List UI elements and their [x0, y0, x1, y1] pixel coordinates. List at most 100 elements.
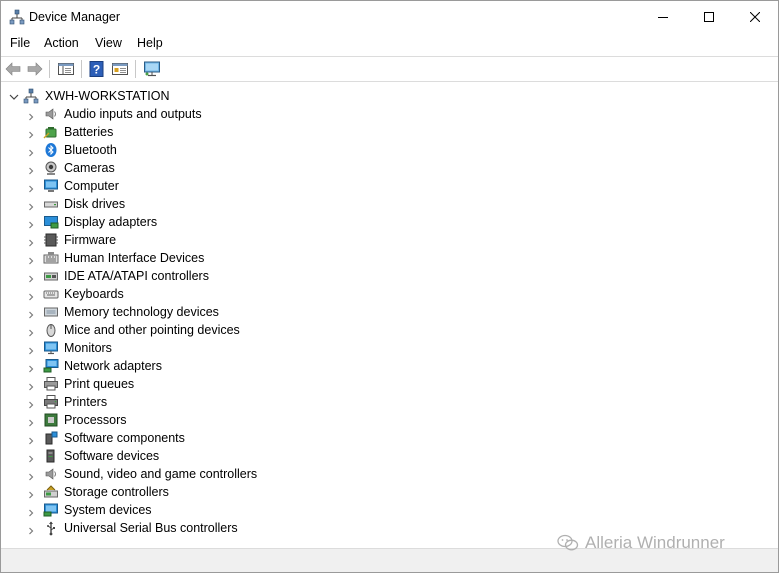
tree-category-row[interactable]: Storage controllers: [1, 483, 401, 501]
help-button[interactable]: ?: [88, 60, 106, 78]
expand-chevron-icon[interactable]: [27, 398, 35, 409]
scan-hardware-changes-button[interactable]: [143, 60, 161, 78]
tree-category-row[interactable]: Monitors: [1, 339, 401, 357]
title-bar[interactable]: Device Manager: [1, 1, 778, 33]
expand-chevron-icon[interactable]: [27, 488, 35, 499]
tree-category-label: Cameras: [64, 161, 115, 175]
toolbar: ?: [1, 56, 778, 82]
toolbar-separator: [81, 60, 82, 78]
expand-chevron-icon[interactable]: [27, 128, 35, 139]
tree-category-label: Firmware: [64, 233, 117, 247]
battery-icon: [43, 124, 59, 140]
tree-category-row[interactable]: Display adapters: [1, 213, 401, 231]
device-tree: XWH-WORKSTATION Audio inputs and outputs…: [1, 85, 778, 545]
tree-category-row[interactable]: System devices: [1, 501, 401, 519]
tree-category-row[interactable]: Bluetooth: [1, 141, 401, 159]
tree-category-row[interactable]: Printers: [1, 393, 401, 411]
tree-category-row[interactable]: Memory technology devices: [1, 303, 401, 321]
tree-category-label: Storage controllers: [64, 485, 169, 499]
tree-category-row[interactable]: Computer: [1, 177, 401, 195]
hid-icon: [43, 250, 59, 266]
expand-chevron-icon[interactable]: [27, 434, 35, 445]
tree-root-node[interactable]: XWH-WORKSTATION: [1, 87, 301, 105]
tree-category-label: System devices: [64, 503, 152, 517]
expand-chevron-icon[interactable]: [27, 200, 35, 211]
expand-chevron-icon[interactable]: [27, 254, 35, 265]
display-adapter-icon: [43, 214, 59, 230]
expand-chevron-icon[interactable]: [27, 362, 35, 373]
expand-chevron-icon[interactable]: [27, 146, 35, 157]
scan-monitor-icon: [144, 61, 160, 77]
menu-view[interactable]: View: [94, 36, 123, 50]
expand-chevron-icon[interactable]: [27, 308, 35, 319]
tree-category-label: Software devices: [64, 449, 160, 463]
device-manager-window: Device Manager File Action View Help ? X…: [0, 0, 779, 573]
usb-icon: [43, 520, 59, 536]
tree-category-row[interactable]: Batteries: [1, 123, 401, 141]
expand-chevron-icon[interactable]: [27, 182, 35, 193]
tree-category-row[interactable]: Universal Serial Bus controllers: [1, 519, 401, 537]
tree-category-label: Batteries: [64, 125, 114, 139]
tree-category-row[interactable]: Software components: [1, 429, 401, 447]
firmware-icon: [43, 232, 59, 248]
maximize-icon: [704, 12, 714, 22]
tree-category-row[interactable]: Software devices: [1, 447, 401, 465]
tree-category-row[interactable]: Audio inputs and outputs: [1, 105, 401, 123]
keyboard-icon: [43, 286, 59, 302]
tree-category-row[interactable]: Print queues: [1, 375, 401, 393]
menu-help[interactable]: Help: [136, 36, 164, 50]
sound-controller-icon: [43, 466, 59, 482]
close-icon: [750, 12, 760, 22]
properties-button[interactable]: [111, 60, 129, 78]
expand-chevron-icon[interactable]: [27, 416, 35, 427]
expand-chevron-icon[interactable]: [27, 164, 35, 175]
expand-chevron-icon[interactable]: [27, 110, 35, 121]
tree-category-row[interactable]: Processors: [1, 411, 401, 429]
tree-category-label: Print queues: [64, 377, 135, 391]
tree-category-label: Memory technology devices: [64, 305, 219, 319]
tree-category-row[interactable]: Sound, video and game controllers: [1, 465, 401, 483]
collapse-chevron-icon[interactable]: [9, 91, 19, 100]
disk-drive-icon: [43, 196, 59, 212]
expand-chevron-icon[interactable]: [27, 290, 35, 301]
expand-chevron-icon[interactable]: [27, 236, 35, 247]
back-button[interactable]: [4, 60, 22, 78]
expand-chevron-icon[interactable]: [27, 452, 35, 463]
maximize-button[interactable]: [686, 1, 732, 33]
forward-button[interactable]: [26, 60, 44, 78]
close-button[interactable]: [732, 1, 778, 33]
tree-category-label: Network adapters: [64, 359, 162, 373]
expand-chevron-icon[interactable]: [27, 380, 35, 391]
expand-chevron-icon[interactable]: [27, 344, 35, 355]
expand-chevron-icon[interactable]: [27, 326, 35, 337]
minimize-icon: [658, 17, 668, 18]
tree-category-row[interactable]: Keyboards: [1, 285, 401, 303]
expand-chevron-icon[interactable]: [27, 272, 35, 283]
tree-category-label: Bluetooth: [64, 143, 117, 157]
menu-bar: File Action View Help: [1, 33, 778, 55]
processor-icon: [43, 412, 59, 428]
tree-category-row[interactable]: Cameras: [1, 159, 401, 177]
console-tree-icon: [58, 63, 74, 75]
tree-category-row[interactable]: Network adapters: [1, 357, 401, 375]
properties-icon: [112, 63, 128, 75]
tree-category-label: Disk drives: [64, 197, 126, 211]
tree-category-row[interactable]: IDE ATA/ATAPI controllers: [1, 267, 401, 285]
expand-chevron-icon[interactable]: [27, 506, 35, 517]
expand-chevron-icon[interactable]: [27, 470, 35, 481]
expand-chevron-icon[interactable]: [27, 524, 35, 535]
tree-category-row[interactable]: Disk drives: [1, 195, 401, 213]
tree-category-row[interactable]: Mice and other pointing devices: [1, 321, 401, 339]
menu-action[interactable]: Action: [43, 36, 80, 50]
storage-controller-icon: [43, 484, 59, 500]
menu-file[interactable]: File: [9, 36, 31, 50]
show-hide-console-tree-button[interactable]: [57, 60, 75, 78]
tree-category-row[interactable]: Firmware: [1, 231, 401, 249]
watermark: Alleria Windrunner: [557, 532, 725, 554]
expand-chevron-icon[interactable]: [27, 218, 35, 229]
root-node-label: XWH-WORKSTATION: [45, 89, 170, 103]
tree-category-row[interactable]: Human Interface Devices: [1, 249, 401, 267]
mouse-icon: [43, 322, 59, 338]
forward-arrow-icon: [27, 62, 43, 76]
minimize-button[interactable]: [640, 1, 686, 33]
